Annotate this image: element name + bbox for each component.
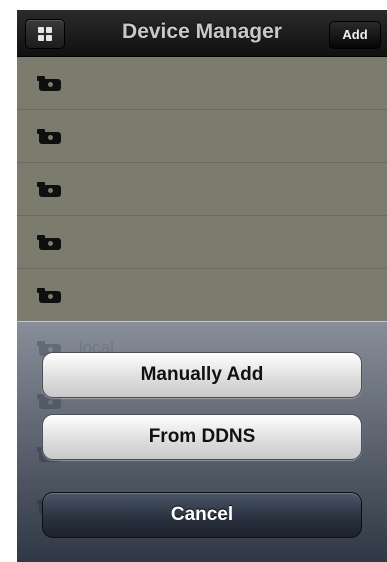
grid-icon — [38, 27, 52, 41]
from-ddns-button[interactable]: From DDNS — [42, 414, 362, 460]
list-item[interactable] — [17, 163, 387, 216]
list-item[interactable] — [17, 216, 387, 269]
camera-icon — [37, 76, 63, 92]
list-item[interactable] — [17, 110, 387, 163]
app-screen: Device Manager Add local — [17, 10, 387, 562]
list-item[interactable] — [17, 57, 387, 110]
page-title: Device Manager — [122, 20, 282, 43]
camera-icon — [37, 129, 63, 145]
add-button[interactable]: Add — [329, 21, 381, 49]
cancel-button[interactable]: Cancel — [42, 492, 362, 538]
camera-icon — [37, 235, 63, 251]
camera-icon — [37, 288, 63, 304]
navigation-bar: Device Manager Add — [17, 10, 387, 57]
manually-add-button[interactable]: Manually Add — [42, 352, 362, 398]
camera-icon — [37, 182, 63, 198]
menu-button[interactable] — [25, 19, 65, 49]
list-item[interactable] — [17, 269, 387, 322]
action-sheet: Manually Add From DDNS Cancel — [17, 321, 387, 562]
